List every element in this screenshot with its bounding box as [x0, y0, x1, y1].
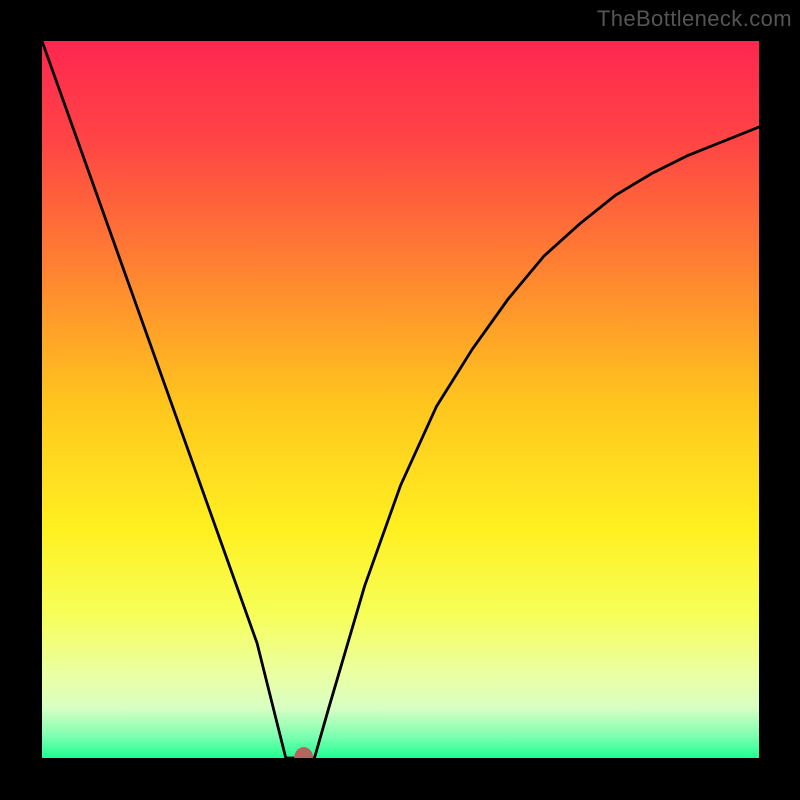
chart-frame: TheBottleneck.com — [0, 0, 800, 800]
plot-area — [42, 41, 759, 758]
watermark-text: TheBottleneck.com — [597, 6, 792, 32]
bottleneck-chart — [42, 41, 759, 758]
gradient-background — [42, 41, 759, 758]
